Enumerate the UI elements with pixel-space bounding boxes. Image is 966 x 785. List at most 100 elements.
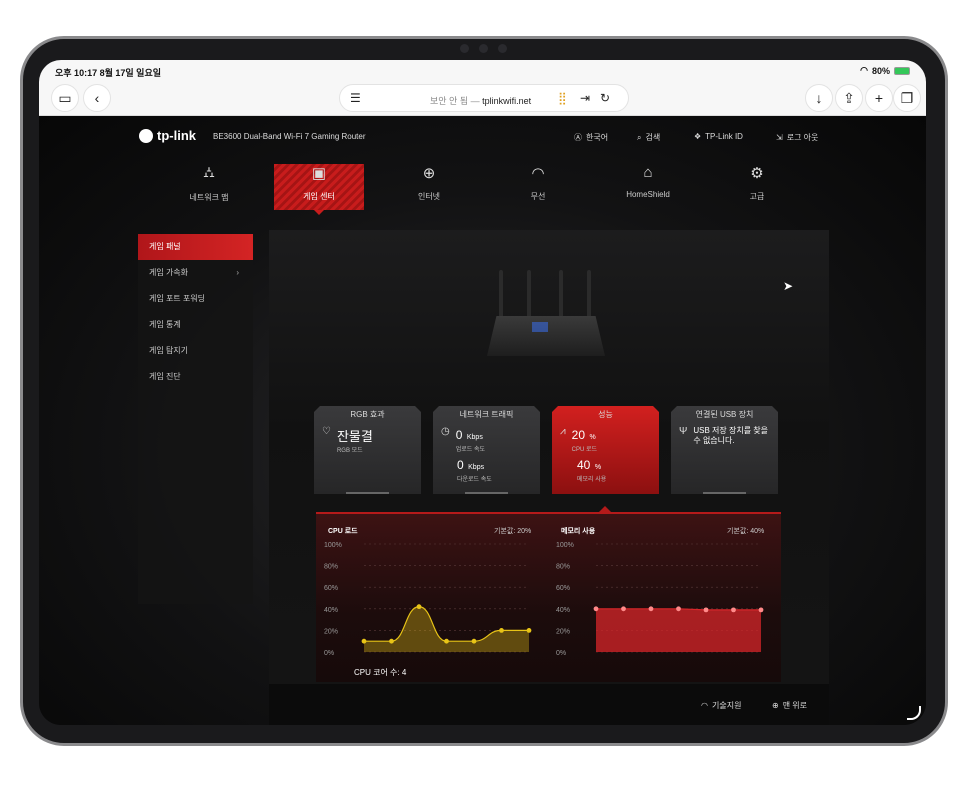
tp-link-logo[interactable]: tp-link — [139, 128, 196, 143]
rgb-card-title: RGB 효과 — [350, 410, 385, 419]
memory-chart-title: 메모리 사용 — [561, 528, 596, 535]
url-host: tplinkwifi.net — [482, 96, 532, 106]
sidebar-item-port-forwarding[interactable]: 게임 포트 포워딩 — [138, 286, 253, 312]
usb-text: USB 저장 장치를 찾을 수 없습니다. — [693, 426, 768, 445]
tp-link-logo-mark — [139, 128, 153, 143]
search-button[interactable]: ⌕ 검색 — [637, 132, 660, 143]
download-icon[interactable]: ↓ — [805, 84, 833, 112]
tplink-id-button[interactable]: ❖ TP-Link ID — [694, 132, 743, 141]
router-accent — [532, 322, 548, 332]
performance-card-title: 성능 — [598, 410, 613, 419]
nav-label: 인터넷 — [417, 192, 441, 201]
camera-dot — [497, 43, 507, 53]
status-datetime: 오후 10:17 8월 17일 일요일 — [55, 66, 161, 79]
card-bar — [465, 492, 508, 494]
network-map-icon: ⛼ — [203, 164, 215, 181]
battery-icon — [894, 66, 910, 75]
back-to-top-link[interactable]: ⊕ 맨 위로 — [772, 700, 807, 711]
language-icon: Ⓐ — [574, 133, 582, 142]
nav-label: 네트워크 맵 — [189, 193, 229, 202]
y-tick-label: 20% — [324, 628, 338, 635]
rgb-card[interactable]: RGB 효과 ♡ 잔물결 RGB 모드 — [314, 406, 421, 494]
game-panel: RGB 효과 ♡ 잔물결 RGB 모드 네트워크 트래픽 ◷ 0 Kbps 업로… — [269, 230, 829, 725]
upload-unit: Kbps — [466, 434, 483, 441]
nav-internet[interactable]: ⊕ 인터넷 — [384, 164, 474, 210]
new-tab-icon[interactable]: + — [865, 84, 893, 112]
back-to-top-label: 맨 위로 — [782, 701, 808, 710]
y-tick-label: 20% — [556, 628, 570, 635]
page-menu-icon[interactable]: ☰ — [350, 91, 361, 105]
data-point — [621, 606, 626, 612]
router-antenna — [587, 270, 591, 318]
nav-network-map[interactable]: ⛼ 네트워크 맵 — [164, 164, 254, 210]
cpu-core-count: CPU 코어 수: 4 — [354, 668, 407, 677]
reload-icon[interactable]: ↻ — [600, 91, 610, 105]
cpu-chart-title: CPU 로드 — [328, 528, 358, 535]
sidebar-toggle-icon[interactable]: ▭ — [51, 84, 79, 112]
upload-values: 0 Kbps 업로드 속도 — [456, 426, 485, 453]
back-icon[interactable]: ‹ — [83, 84, 111, 112]
wifi-status-icon: ◠ — [860, 65, 868, 75]
camera-bar — [428, 41, 538, 55]
router-antenna — [527, 270, 531, 318]
data-point — [389, 638, 394, 644]
memory-values: 40 % 메모리 사용 — [577, 456, 606, 483]
nav-homeshield[interactable]: ⌂ HomeShield — [603, 164, 693, 210]
y-tick-label: 40% — [324, 607, 338, 614]
cpu-unit: % — [589, 434, 596, 441]
mouse-pointer-icon: ➤ — [783, 279, 794, 293]
support-link[interactable]: ◠ 기술지원 — [701, 700, 741, 711]
memory-row: 40 % 메모리 사용 — [577, 456, 606, 483]
sidebar-item-label: 게임 가속화 — [149, 268, 189, 277]
card-bar — [346, 492, 389, 494]
traffic-card-title: 네트워크 트래픽 — [459, 410, 514, 419]
router-app: tp-link BE3600 Dual-Band Wi-Fi 7 Gaming … — [39, 116, 926, 725]
url-text: 보안 안 됨 — tplinkwifi.net — [430, 94, 531, 107]
shield-home-icon: ⌂ — [643, 164, 653, 181]
router-antenna — [559, 270, 563, 318]
performance-charts: CPU 로드 기본값: 20% 메모리 사용 기본값: 40% 100% 80% 6… — [316, 506, 781, 682]
upload-value: 0 — [455, 428, 463, 442]
chevron-right-icon: › — [236, 268, 239, 277]
globe-icon: ⊕ — [422, 165, 436, 182]
logout-icon: ⇲ — [776, 133, 783, 142]
sidebar-item-game-acceleration[interactable]: 게임 가속화 › — [138, 260, 253, 286]
nav-game-center[interactable]: ▣ 게임 센터 — [274, 164, 364, 215]
tabs-icon[interactable]: ❐ — [893, 84, 921, 112]
app-header: tp-link BE3600 Dual-Band Wi-Fi 7 Gaming … — [39, 116, 926, 154]
memory-chart: 100% 80% 60% 40% 20% 0% — [556, 542, 764, 657]
cpu-row: ⩘ 20 % CPU 로드 — [560, 426, 597, 453]
series-area — [364, 606, 529, 652]
extensions-icon[interactable]: ⣿ — [558, 91, 567, 105]
usb-card[interactable]: 연결된 USB 장치 Ψ USB 저장 장치를 찾을 수 없습니다. — [671, 406, 778, 494]
reader-icon[interactable]: ⇥ — [580, 91, 590, 105]
usb-card-title: 연결된 USB 장치 — [695, 410, 754, 419]
nav-advanced[interactable]: ⚙ 고급 — [712, 164, 802, 210]
product-name: BE3600 Dual-Band Wi-Fi 7 Gaming Router — [213, 132, 366, 141]
traffic-card[interactable]: 네트워크 트래픽 ◷ 0 Kbps 업로드 속도 0 Kbps 다운로드 속도 — [433, 406, 540, 494]
language-selector[interactable]: Ⓐ 한국어 — [574, 132, 608, 143]
usb-icon: Ψ — [679, 426, 688, 437]
y-tick-label: 0% — [324, 650, 334, 657]
nav-label: 고급 — [749, 192, 765, 201]
performance-card[interactable]: 성능 ⩘ 20 % CPU 로드 40 % 메모리 사용 — [552, 406, 659, 494]
card-bar — [703, 492, 746, 494]
tplink-id-label: TP-Link ID — [705, 132, 743, 141]
chart-icon: ⩘ — [560, 426, 566, 437]
download-label: 다운로드 속도 — [457, 477, 492, 483]
download-values: 0 Kbps 다운로드 속도 — [457, 456, 492, 483]
cpu-chart: 100% 80% 60% 40% 20% 0% — [324, 542, 532, 657]
main-nav: ⛼ 네트워크 맵 ▣ 게임 센터 ⊕ 인터넷 ◠ 무선 ⌂ HomeShield… — [39, 164, 926, 215]
sidebar-item-game-detector[interactable]: 게임 탐지기 — [138, 338, 253, 364]
memory-unit: % — [594, 464, 602, 471]
nav-wireless[interactable]: ◠ 무선 — [493, 164, 583, 210]
sidebar-item-game-panel[interactable]: 게임 패널 — [138, 234, 253, 260]
camera-dot — [478, 43, 488, 53]
logout-button[interactable]: ⇲ 로그 아웃 — [776, 132, 818, 143]
upload-row: ◷ 0 Kbps 업로드 속도 — [441, 426, 485, 453]
share-icon[interactable]: ⇪ — [835, 84, 863, 112]
address-bar[interactable]: ☰ 보안 안 됨 — tplinkwifi.net ⣿ ⇥ ↻ — [339, 84, 629, 112]
nav-label: 게임 센터 — [303, 192, 335, 201]
sidebar-item-game-stats[interactable]: 게임 통계 — [138, 312, 253, 338]
sidebar-item-game-diagnostics[interactable]: 게임 진단 — [138, 364, 253, 390]
